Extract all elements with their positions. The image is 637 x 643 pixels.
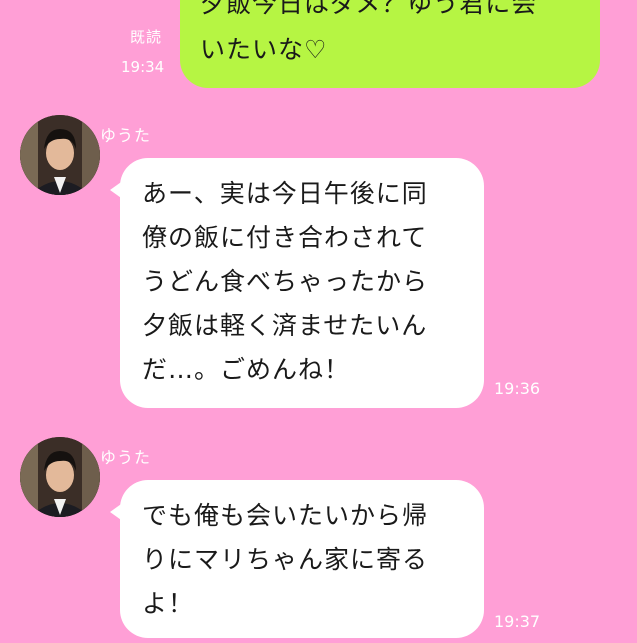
message-time: 19:34	[121, 58, 165, 76]
sender-name: ゆうた	[100, 126, 152, 145]
outgoing-message-bubble[interactable]: 夕飯今日はダメ？ゆう君に会 いたいな♡	[180, 0, 600, 88]
avatar[interactable]	[20, 115, 100, 195]
message-text-line: でも俺も会いたいから帰	[142, 501, 429, 530]
read-receipt: 既読	[130, 28, 163, 46]
message-time: 19:36	[494, 379, 541, 398]
incoming-message-bubble[interactable]: あー、実は今日午後に同 僚の飯に付き合わされて うどん食べちゃったから 夕飯は軽…	[110, 158, 484, 408]
message-text-line: だ…。ごめんね！	[142, 355, 351, 384]
sender-name: ゆうた	[100, 448, 152, 467]
message-text-line: あー、実は今日午後に同	[142, 179, 428, 208]
person-photo-icon	[20, 115, 100, 195]
avatar[interactable]	[20, 437, 100, 517]
message-text-line: うどん食べちゃったから	[142, 267, 429, 296]
message-text-line: りにマリちゃん家に寄る	[142, 545, 429, 574]
message-text-line: いたいな♡	[200, 35, 328, 64]
message-text-line: 僚の飯に付き合わされて	[142, 223, 428, 252]
incoming-message-bubble[interactable]: でも俺も会いたいから帰 りにマリちゃん家に寄る よ！	[110, 480, 484, 638]
message-text-line: 夕飯今日はダメ？ゆう君に会	[200, 0, 538, 18]
person-photo-icon	[20, 437, 100, 517]
message-time: 19:37	[494, 612, 541, 631]
message-text-line: よ！	[142, 589, 195, 618]
chat-view[interactable]: 既読 19:34 夕飯今日はダメ？ゆう君に会 いたいな♡ ゆうた あー、実は今日…	[0, 0, 637, 643]
message-text-line: 夕飯は軽く済ませたいん	[142, 311, 428, 340]
